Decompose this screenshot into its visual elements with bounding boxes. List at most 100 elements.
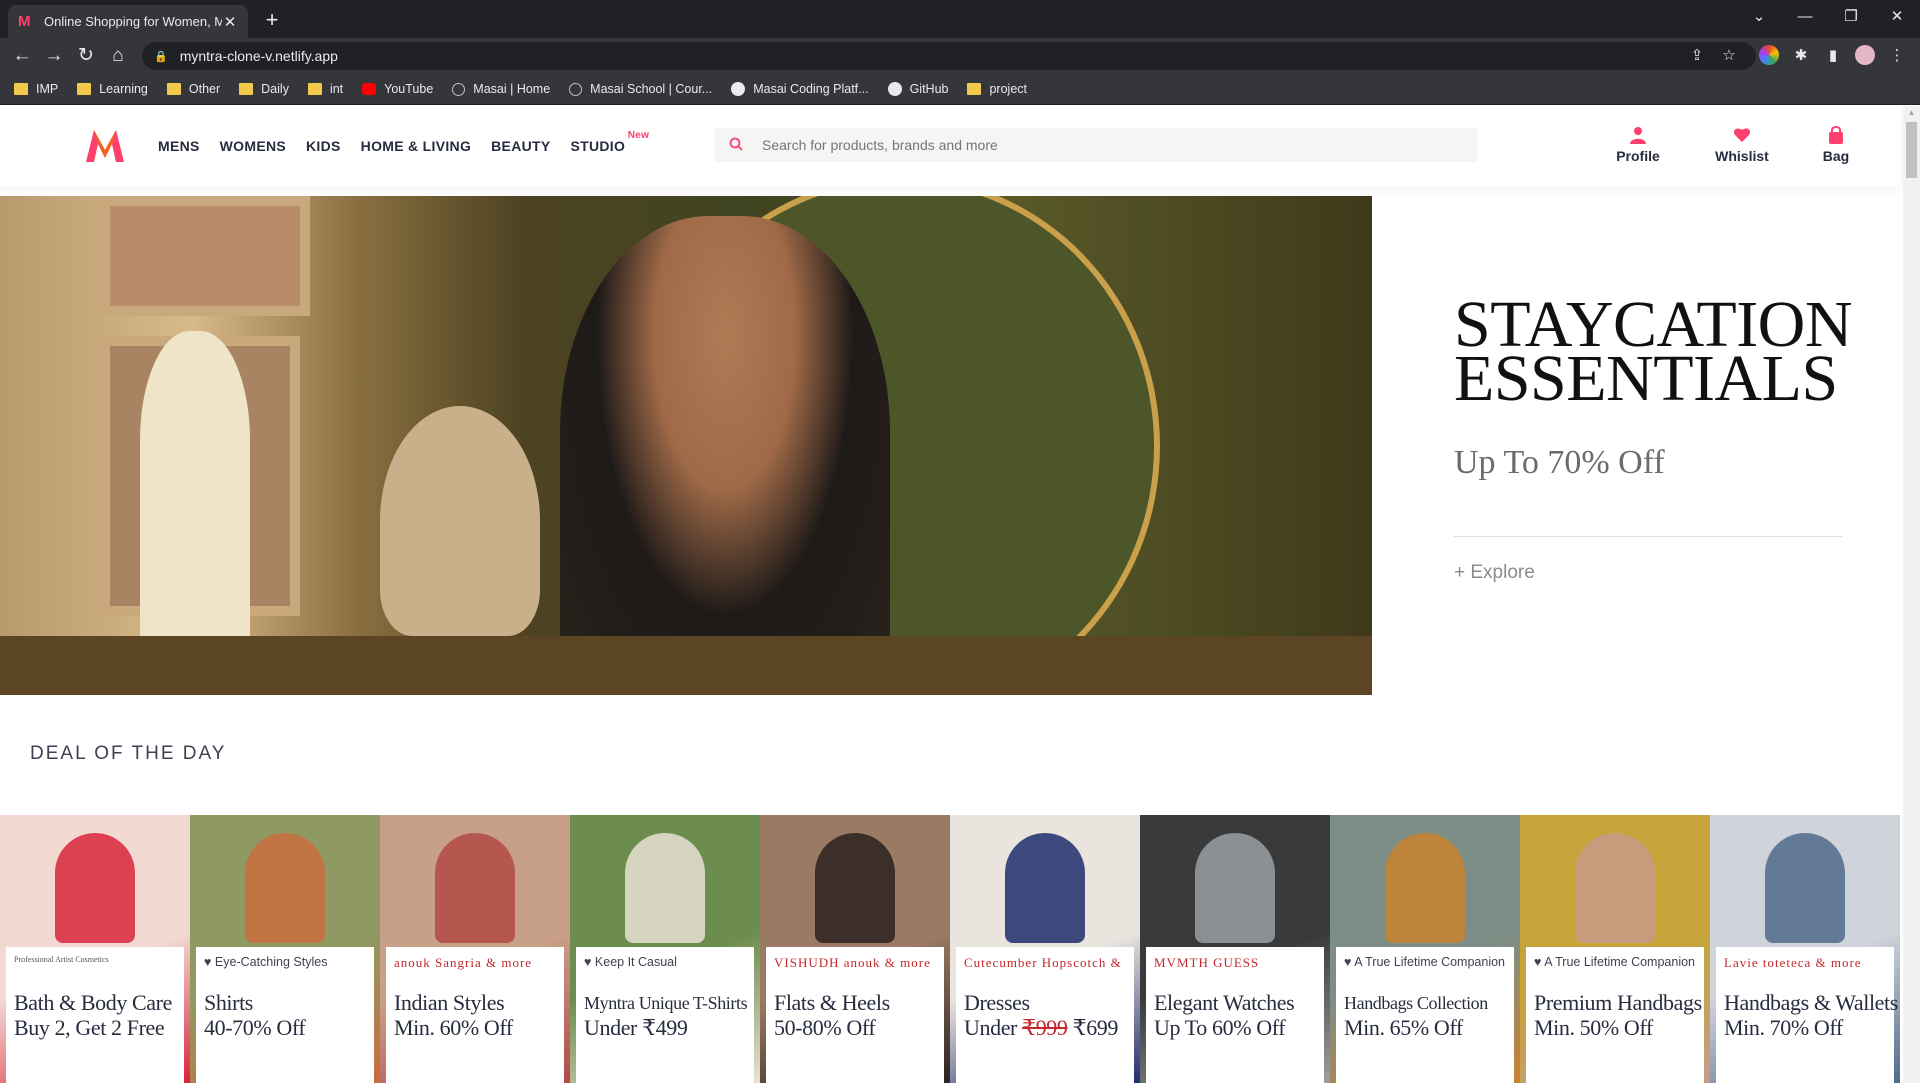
globe-icon — [569, 82, 583, 96]
deal-card[interactable]: ♥ Eye-Catching Styles Shirts 40-70% Off — [190, 815, 380, 1083]
search-icon[interactable] — [714, 137, 758, 154]
deal-card[interactable]: ♥ Keep It Casual Myntra Unique T-Shirts Un… — [570, 815, 760, 1083]
deal-card-panel: anouk Sangria & more Indian Styles Min. 60… — [386, 947, 564, 1083]
address-bar[interactable]: 🔒 myntra-clone-v.netlify.app — [142, 42, 1756, 70]
hero-text-panel: STAYCATION ESSENTIALS Up To 70% Off + Ex… — [1372, 196, 1900, 695]
deal-card[interactable]: Cutecumber Hopscotch & more DressesUnder … — [950, 815, 1140, 1083]
nav-home-living[interactable]: HOME & LIVING — [361, 138, 471, 154]
bookmark-6[interactable]: Masai | Home — [452, 82, 550, 96]
scroll-up-arrow-icon[interactable]: ▲ — [1906, 108, 1917, 118]
deal-card[interactable]: Lavie toteteca & more Handbags & Wallets M… — [1710, 815, 1900, 1083]
forward-button[interactable]: → — [40, 42, 68, 70]
back-button[interactable]: ← — [8, 42, 36, 70]
bookmark-star-icon[interactable]: ☆ — [1718, 45, 1740, 67]
new-tab-button[interactable]: + — [258, 7, 286, 35]
masai-circle-icon — [731, 82, 746, 96]
home-button[interactable]: ⌂ — [104, 42, 132, 70]
wishlist-button[interactable]: Whislist — [1702, 126, 1782, 164]
deal-card-title: Shirts — [204, 990, 253, 1015]
bookmark-label: Other — [188, 82, 221, 96]
deal-card-title: Indian Styles — [394, 990, 505, 1015]
hero-subtitle: Up To 70% Off — [1454, 444, 1665, 481]
deal-card[interactable]: ♥ A True Lifetime Companion Premium Handb… — [1520, 815, 1710, 1083]
divider — [1454, 536, 1842, 537]
deal-card[interactable]: VISHUDH anouk & more Flats & Heels 50-80% … — [760, 815, 950, 1083]
reload-button[interactable]: ↻ — [72, 42, 100, 70]
masai-icon — [452, 82, 466, 96]
scrollbar-thumb[interactable] — [1906, 122, 1917, 178]
deal-card-panel: ♥ A True Lifetime Companion Premium Handb… — [1526, 947, 1704, 1083]
deal-card-tag: ♥ A True Lifetime Companion — [1344, 955, 1506, 977]
model-figure — [560, 216, 890, 695]
deal-card[interactable]: anouk Sangria & more Indian Styles Min. 60… — [380, 815, 570, 1083]
restore-button[interactable]: ❐ — [1828, 0, 1874, 34]
deal-card-tag-text: A True Lifetime Companion — [1544, 955, 1695, 969]
nav-beauty[interactable]: BEAUTY — [491, 138, 550, 154]
explore-link[interactable]: + Explore — [1454, 562, 1535, 584]
nav-womens[interactable]: WOMENS — [220, 138, 286, 154]
browser-titlebar: M Online Shopping for Women, Me ✕ + ⌄ — … — [0, 0, 1920, 38]
browser-menu-icon[interactable]: ⋮ — [1886, 45, 1908, 67]
hero-title: STAYCATION ESSENTIALS — [1454, 292, 1874, 415]
nav-studio-label: STUDIO — [570, 138, 626, 154]
url-text: myntra-clone-v.netlify.app — [179, 48, 338, 64]
bookmark-9[interactable]: GitHub — [887, 82, 948, 96]
bookmark-label: YouTube — [384, 82, 434, 96]
nav-kids[interactable]: KIDS — [306, 138, 341, 154]
product-shape — [55, 833, 135, 943]
site-header: MENS WOMENS KIDS HOME & LIVING BEAUTY ST… — [0, 106, 1900, 186]
deal-card-offer: 50-80% Off — [774, 1015, 876, 1040]
bookmark-4[interactable]: int — [307, 82, 344, 96]
deal-card[interactable]: ♥ A True Lifetime Companion Handbags Coll… — [1330, 815, 1520, 1083]
extension-color-icon[interactable] — [1758, 45, 1780, 67]
old-price: ₹999 — [1022, 1015, 1068, 1040]
deal-card[interactable]: MVMTH GUESS Elegant Watches Up To 60% Off — [1140, 815, 1330, 1083]
bookmark-10[interactable]: project — [967, 82, 1027, 96]
nav-studio[interactable]: STUDIO New — [570, 130, 649, 154]
deal-card-brands: MVMTH GUESS — [1154, 955, 1260, 970]
bookmark-0[interactable]: IMP — [14, 82, 58, 96]
profile-avatar-icon[interactable] — [1854, 45, 1876, 67]
heart-icon — [1733, 128, 1751, 142]
deal-card-title: Flats & Heels — [774, 990, 890, 1015]
page-scrollbar[interactable] — [1903, 106, 1920, 1083]
extensions-puzzle-icon[interactable]: ✱ — [1790, 45, 1812, 67]
bookmark-1[interactable]: Learning — [77, 82, 148, 96]
search-input[interactable] — [762, 137, 1462, 153]
side-panel-icon[interactable]: ▮ — [1822, 45, 1844, 67]
bookmark-5[interactable]: YouTube — [362, 82, 433, 96]
deal-card-title: Elegant Watches — [1154, 990, 1295, 1015]
bookmarks-bar: IMP Learning Other Daily int YouTube Masai | H… — [0, 74, 1920, 105]
deal-card-panel: MVMTH GUESS Elegant Watches Up To 60% Off — [1146, 947, 1324, 1083]
hero-banner-image[interactable] — [0, 196, 1372, 695]
product-shape — [1765, 833, 1845, 943]
bookmark-label: Learning — [99, 82, 148, 96]
bookmark-8[interactable]: Masai Coding Platf... — [731, 82, 869, 96]
deal-card-title: Bath & Body Care — [14, 990, 172, 1015]
bookmark-label: int — [329, 82, 344, 96]
share-icon[interactable]: ⇪ — [1686, 45, 1708, 67]
nav-mens[interactable]: MENS — [158, 138, 200, 154]
profile-button[interactable]: Profile — [1598, 126, 1678, 164]
bookmark-3[interactable]: Daily — [239, 82, 289, 96]
deal-card-offer: Up To 60% Off — [1154, 1015, 1286, 1040]
bookmark-label: Masai School | Cour... — [590, 82, 713, 96]
bookmark-label: Daily — [261, 82, 289, 96]
deal-card-title: Premium Handbags — [1534, 990, 1702, 1015]
main-nav: MENS WOMENS KIDS HOME & LIVING BEAUTY ST… — [158, 106, 649, 186]
bookmark-7[interactable]: Masai School | Cour... — [569, 82, 712, 96]
deal-card-offer: Buy 2, Get 2 Free — [14, 1015, 165, 1040]
close-tab-icon[interactable]: ✕ — [222, 13, 238, 31]
bag-button[interactable]: Bag — [1796, 126, 1876, 164]
bookmark-2[interactable]: Other — [166, 82, 221, 96]
minimize-button[interactable]: — — [1782, 0, 1828, 34]
bookmark-label: project — [989, 82, 1028, 96]
heart-icon: ♥ — [204, 955, 215, 969]
close-window-button[interactable]: ✕ — [1874, 0, 1920, 34]
deal-card[interactable]: Professional Artist Cosmetics Bath & Body… — [0, 815, 190, 1083]
tab-search-icon[interactable]: ⌄ — [1736, 0, 1782, 34]
hero-title-line2: ESSENTIALS — [1454, 342, 1838, 415]
bag-icon — [1829, 126, 1843, 144]
myntra-logo-icon[interactable] — [84, 128, 126, 164]
browser-tab[interactable]: M Online Shopping for Women, Me ✕ — [8, 5, 248, 38]
